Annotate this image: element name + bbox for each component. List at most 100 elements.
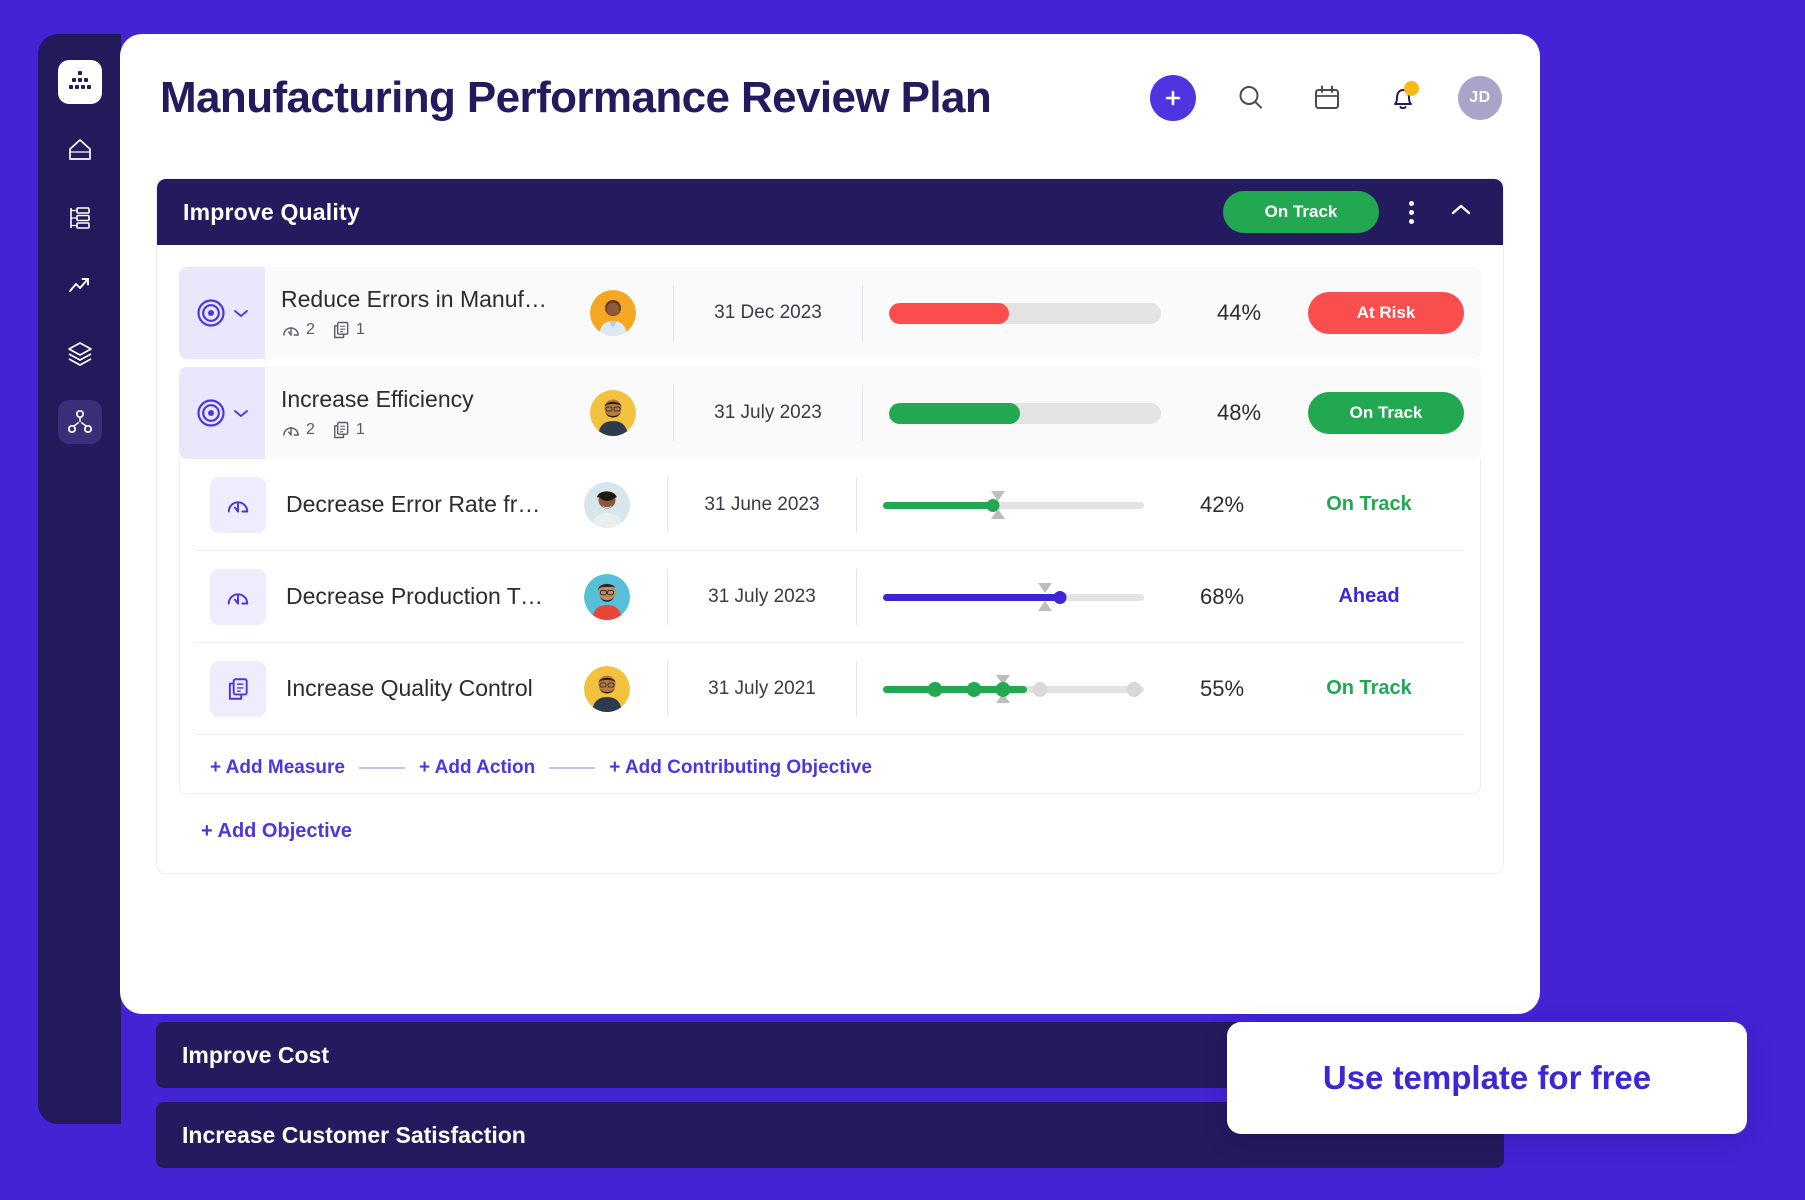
add-contributing-objective-link[interactable]: + Add Contributing Objective xyxy=(609,757,872,779)
target-marker-down-icon xyxy=(991,491,1005,501)
search-icon xyxy=(1235,82,1267,114)
calendar-button[interactable] xyxy=(1306,77,1348,119)
sidebar-item-analytics[interactable] xyxy=(58,264,102,308)
action-count-chip: 1 xyxy=(331,320,365,340)
action-count: 1 xyxy=(356,321,365,339)
measure-gauge-icon xyxy=(281,420,301,440)
page-title: Manufacturing Performance Review Plan xyxy=(160,73,991,123)
target-marker-up-icon xyxy=(1038,601,1052,611)
measure-row[interactable]: Decrease Error Rate from 5% to 2% 31 Jun… xyxy=(196,459,1464,551)
use-template-button[interactable]: Use template for free xyxy=(1227,1022,1747,1134)
progress-percent: 48% xyxy=(1187,400,1291,426)
status-label: Ahead xyxy=(1338,585,1399,608)
owner-avatar-cell[interactable] xyxy=(553,290,673,336)
slider[interactable] xyxy=(883,488,1144,522)
slider-knob[interactable] xyxy=(1054,591,1067,604)
goal-card-body: Reduce Errors in Manufacturing 2 xyxy=(157,245,1503,873)
add-objective-link[interactable]: + Add Objective xyxy=(179,794,1481,847)
sidebar-item-home[interactable] xyxy=(58,128,102,172)
layers-icon xyxy=(65,339,95,369)
due-date: 31 Dec 2023 xyxy=(673,285,863,341)
objective-name: Reduce Errors in Manufacturing xyxy=(281,286,553,313)
action-document-icon xyxy=(331,420,351,440)
milestone-dot[interactable] xyxy=(928,682,943,697)
status-badge[interactable]: On Track xyxy=(1308,392,1464,434)
progress-fill xyxy=(889,403,1020,424)
measure-count: 2 xyxy=(306,321,315,339)
status-cell: Ahead xyxy=(1274,585,1464,608)
measure-count: 2 xyxy=(306,421,315,439)
chevron-up-icon[interactable] xyxy=(1443,196,1479,229)
add-button[interactable] xyxy=(1150,75,1196,121)
chevron-down-icon[interactable] xyxy=(232,307,250,319)
milestone-dot[interactable] xyxy=(1032,682,1047,697)
search-button[interactable] xyxy=(1230,77,1272,119)
action-count: 1 xyxy=(356,421,365,439)
sidebar xyxy=(38,34,121,1124)
owner-avatar-cell[interactable] xyxy=(553,390,673,436)
milestone-slider[interactable] xyxy=(883,672,1144,706)
target-marker-up-icon xyxy=(991,509,1005,519)
measure-gauge-icon xyxy=(225,492,251,518)
chevron-down-icon[interactable] xyxy=(232,407,250,419)
app-topbar: Manufacturing Performance Review Plan xyxy=(120,34,1540,162)
measure-icon-cell xyxy=(210,569,266,625)
avatar xyxy=(584,574,630,620)
measure-milestones-cell xyxy=(857,672,1170,706)
network-nodes-logo-icon xyxy=(67,69,93,95)
progress-track xyxy=(889,303,1161,324)
add-links-row: + Add Measure + Add Action + Add Contrib… xyxy=(196,735,1464,785)
measure-gauge-icon xyxy=(225,584,251,610)
milestone-dot[interactable] xyxy=(996,682,1011,697)
owner-avatar-cell[interactable] xyxy=(547,666,667,712)
measure-icon-cell xyxy=(210,477,266,533)
progress-fill xyxy=(889,303,1009,324)
add-action-link[interactable]: + Add Action xyxy=(419,757,535,779)
add-measure-link[interactable]: + Add Measure xyxy=(210,757,345,779)
app-window: Manufacturing Performance Review Plan xyxy=(120,34,1540,1014)
progress-bar-cell xyxy=(863,403,1187,424)
objective-row[interactable]: Increase Efficiency 2 xyxy=(179,367,1481,459)
objective-icon-cell[interactable] xyxy=(179,367,265,459)
progress-percent: 55% xyxy=(1170,676,1274,702)
sidebar-item-layers[interactable] xyxy=(58,332,102,376)
objective-text-cell: Reduce Errors in Manufacturing 2 xyxy=(265,286,553,340)
calendar-icon xyxy=(1311,82,1343,114)
divider xyxy=(359,767,405,769)
notifications-button[interactable] xyxy=(1382,77,1424,119)
avatar xyxy=(584,482,630,528)
objective-row[interactable]: Reduce Errors in Manufacturing 2 xyxy=(179,267,1481,359)
slider-fill xyxy=(883,502,993,509)
owner-avatar-cell[interactable] xyxy=(547,574,667,620)
page-root: Manufacturing Performance Review Plan xyxy=(0,0,1805,1200)
status-cell: At Risk xyxy=(1291,292,1481,334)
kebab-menu-icon[interactable] xyxy=(1397,201,1425,224)
milestone-dot[interactable] xyxy=(967,682,982,697)
measure-row[interactable]: Decrease Production Time from 5 Days t… xyxy=(196,551,1464,643)
avatar xyxy=(590,390,636,436)
goal-header-controls: On Track xyxy=(1223,191,1479,233)
measure-name: Decrease Error Rate from 5% to 2% xyxy=(266,491,547,518)
progress-bar-cell xyxy=(863,303,1187,324)
status-label: On Track xyxy=(1326,677,1412,700)
app-logo[interactable] xyxy=(58,60,102,104)
profile-avatar[interactable]: JD xyxy=(1458,76,1502,120)
sidebar-item-structure[interactable] xyxy=(58,196,102,240)
measure-name: Increase Quality Control xyxy=(266,675,547,702)
measure-row[interactable]: Increase Quality Control xyxy=(196,643,1464,735)
action-document-icon xyxy=(331,320,351,340)
owner-avatar-cell[interactable] xyxy=(547,482,667,528)
measure-count-chip: 2 xyxy=(281,320,315,340)
measure-icon-cell xyxy=(210,661,266,717)
slider[interactable] xyxy=(883,580,1144,614)
status-badge[interactable]: At Risk xyxy=(1308,292,1464,334)
sidebar-item-strategy[interactable] xyxy=(58,400,102,444)
goal-status-badge[interactable]: On Track xyxy=(1223,191,1379,233)
org-chart-icon xyxy=(65,203,95,233)
objective-icon-cell[interactable] xyxy=(179,267,265,359)
home-icon xyxy=(65,135,95,165)
due-date: 31 July 2021 xyxy=(667,661,857,717)
due-date: 31 July 2023 xyxy=(667,569,857,625)
progress-percent: 42% xyxy=(1170,492,1274,518)
milestone-dot[interactable] xyxy=(1126,682,1141,697)
